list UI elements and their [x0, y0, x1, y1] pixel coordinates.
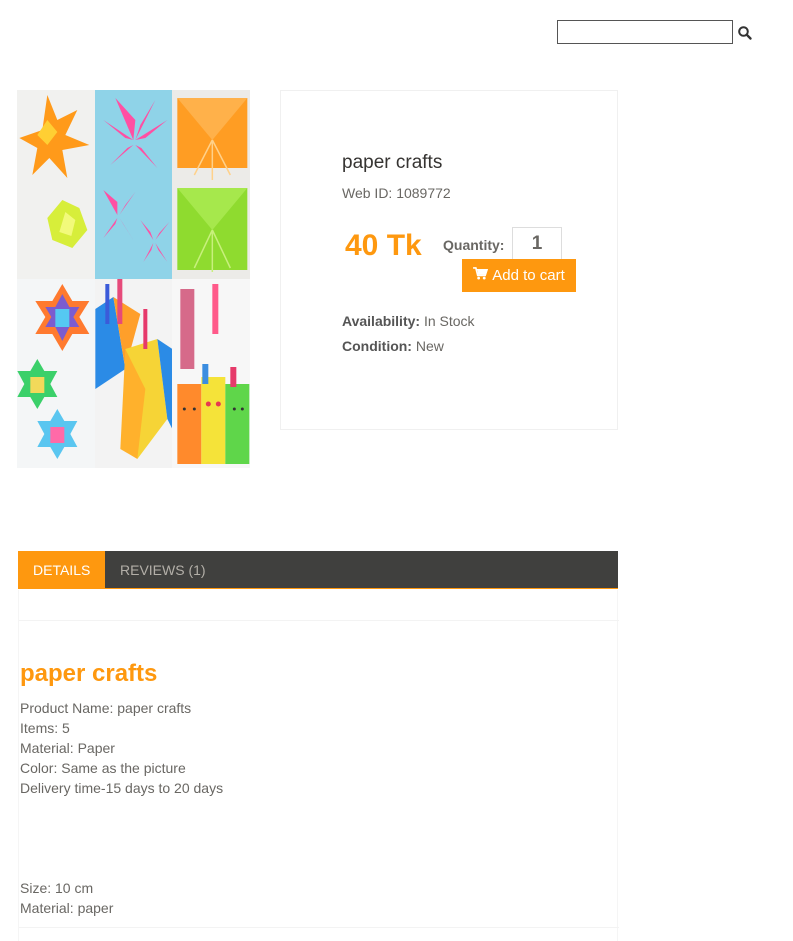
product-image[interactable]: [17, 90, 250, 468]
add-to-cart-label: Add to cart: [492, 267, 565, 284]
shopping-cart-icon: [473, 267, 489, 284]
condition: Condition: New: [342, 338, 444, 354]
availability-label: Availability:: [342, 313, 421, 329]
divider: [19, 927, 619, 928]
divider: [19, 620, 619, 621]
search-icon[interactable]: [737, 25, 753, 41]
detail-line: Material: paper: [20, 900, 114, 916]
quantity-input[interactable]: [512, 227, 562, 260]
detail-line: Product Name: paper crafts: [20, 700, 192, 716]
detail-line: Items: 5: [20, 720, 70, 736]
detail-line: Color: Same as the picture: [20, 760, 186, 776]
tab-reviews[interactable]: REVIEWS (1): [105, 551, 221, 589]
tabs-bar: DETAILS REVIEWS (1): [18, 551, 618, 589]
web-id: Web ID: 1089772: [342, 185, 451, 201]
availability: Availability: In Stock: [342, 313, 475, 329]
product-info-panel: paper crafts Web ID: 1089772 40 Tk Quant…: [280, 90, 618, 430]
tab-details[interactable]: DETAILS: [18, 551, 105, 589]
availability-value: In Stock: [423, 313, 475, 329]
image-tile: [17, 279, 95, 468]
details-title: paper crafts: [20, 660, 158, 687]
condition-label: Condition:: [342, 338, 412, 354]
quantity-label: Quantity:: [443, 237, 505, 253]
image-tile: [17, 90, 95, 279]
product-name: paper crafts: [342, 152, 443, 173]
details-panel: paper crafts Product Name: paper crafts …: [18, 590, 619, 941]
image-tile: [172, 279, 250, 468]
image-tile: [172, 90, 250, 279]
search-input[interactable]: [557, 20, 733, 44]
image-tile: [94, 90, 173, 279]
detail-line: Size: 10 cm: [20, 880, 94, 896]
condition-value: New: [415, 338, 444, 354]
add-to-cart-button[interactable]: Add to cart: [462, 259, 576, 292]
detail-line: Material: Paper: [20, 740, 115, 756]
detail-line: Delivery time-15 days to 20 days: [20, 780, 224, 796]
product-price: 40 Tk: [345, 229, 422, 262]
image-tile: [94, 279, 173, 468]
